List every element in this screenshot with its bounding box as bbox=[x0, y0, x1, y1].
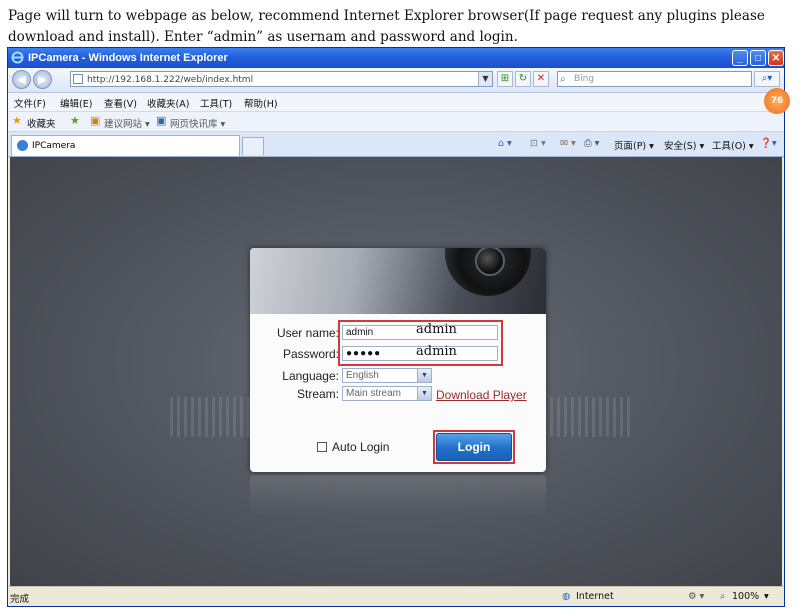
login-button-highlight bbox=[433, 430, 515, 464]
page-menu[interactable]: 页面(P) ▾ bbox=[614, 138, 654, 152]
address-toolbar: ◀ ▶ http://192.168.1.222/web/index.html … bbox=[8, 68, 784, 93]
login-banner bbox=[250, 248, 546, 314]
auto-login-label: Auto Login bbox=[332, 440, 390, 454]
ie-logo-icon bbox=[11, 51, 24, 64]
language-select[interactable]: English ▼ bbox=[342, 368, 432, 383]
search-button[interactable]: ⌕▾ bbox=[754, 71, 780, 87]
tab-label: IPCamera bbox=[32, 141, 76, 151]
menu-view[interactable]: 查看(V) bbox=[104, 96, 137, 110]
protected-mode-icon[interactable]: ⚙ ▾ bbox=[688, 591, 704, 602]
feeds-icon[interactable]: ⊡ ▾ bbox=[530, 138, 546, 149]
tab-ipcamera[interactable]: IPCamera bbox=[11, 135, 240, 156]
menu-bar: 文件(F) 编辑(E) 查看(V) 收藏夹(A) 工具(T) 帮助(H) bbox=[8, 93, 784, 112]
stream-select[interactable]: Main stream ▼ bbox=[342, 386, 432, 401]
stream-label: Stream: bbox=[296, 387, 339, 401]
close-button[interactable]: ✕ bbox=[768, 50, 784, 66]
auto-login-checkbox[interactable] bbox=[317, 442, 327, 452]
favorites-button[interactable]: 收藏夹 bbox=[27, 116, 56, 130]
menu-favorites[interactable]: 收藏夹(A) bbox=[147, 96, 189, 110]
refresh-icon[interactable]: ↻ bbox=[515, 71, 531, 87]
credentials-highlight bbox=[338, 320, 503, 366]
ie-page-icon bbox=[17, 140, 28, 151]
tools-menu[interactable]: 工具(O) ▾ bbox=[712, 138, 754, 152]
zoom-dropdown-icon[interactable]: ▾ bbox=[764, 591, 769, 602]
mail-icon[interactable]: ✉ ▾ bbox=[560, 138, 576, 149]
browser-window: IPCamera - Windows Internet Explorer _ □… bbox=[7, 47, 785, 607]
language-value: English bbox=[346, 370, 379, 381]
search-placeholder: Bing bbox=[574, 74, 595, 84]
home-icon[interactable]: ⌂ ▾ bbox=[498, 138, 512, 149]
instruction-text: Page will turn to webpage as below, reco… bbox=[8, 8, 765, 45]
password-label: Password: bbox=[282, 347, 339, 361]
login-panel: User name: admin admin Password: ●●●●● a… bbox=[250, 248, 546, 472]
print-icon[interactable]: ⎙ ▾ bbox=[584, 138, 599, 149]
web-slice-gallery-link[interactable]: 网页快讯库 ▾ bbox=[170, 116, 225, 130]
address-url: http://192.168.1.222/web/index.html bbox=[87, 75, 254, 85]
help-icon[interactable]: ❓▾ bbox=[760, 138, 777, 149]
title-bar: IPCamera - Windows Internet Explorer _ □… bbox=[8, 48, 784, 68]
search-engine-icon: ⌕ bbox=[560, 74, 566, 85]
search-input[interactable]: ⌕ Bing bbox=[557, 71, 752, 87]
menu-edit[interactable]: 编辑(E) bbox=[60, 96, 92, 110]
security-zone: Internet bbox=[576, 591, 614, 602]
skyline-decoration-right bbox=[550, 397, 630, 437]
web-content: User name: admin admin Password: ●●●●● a… bbox=[10, 157, 782, 587]
chevron-down-icon: ▼ bbox=[417, 387, 431, 400]
language-label: Language: bbox=[282, 369, 339, 383]
status-bar: 完成 ◍ Internet ⚙ ▾ ⌕ 100% ▾ bbox=[8, 586, 784, 606]
stream-value: Main stream bbox=[346, 388, 402, 399]
download-player-link[interactable]: Download Player bbox=[436, 388, 527, 402]
panel-reflection bbox=[250, 475, 546, 515]
status-text: 完成 bbox=[10, 594, 30, 605]
zoom-icon: ⌕ bbox=[720, 591, 726, 602]
forward-button[interactable]: ▶ bbox=[33, 70, 52, 89]
suggested-sites-icon: ▣ bbox=[90, 114, 101, 127]
menu-file[interactable]: 文件(F) bbox=[14, 96, 46, 110]
favorites-star-icon: ★ bbox=[12, 114, 22, 127]
maximize-button[interactable]: □ bbox=[750, 50, 766, 66]
zoom-level[interactable]: 100% bbox=[732, 591, 759, 602]
menu-help[interactable]: 帮助(H) bbox=[244, 96, 278, 110]
page-icon bbox=[73, 74, 83, 84]
window-title: IPCamera - Windows Internet Explorer bbox=[28, 52, 228, 64]
camera-image bbox=[445, 248, 531, 296]
suggested-sites-link[interactable]: 建议网站 ▾ bbox=[104, 116, 150, 130]
address-input[interactable]: http://192.168.1.222/web/index.html ▼ bbox=[70, 71, 493, 87]
back-button[interactable]: ◀ bbox=[12, 70, 31, 89]
menu-tools[interactable]: 工具(T) bbox=[200, 96, 232, 110]
skyline-decoration-left bbox=[170, 397, 250, 437]
tab-bar: IPCamera ⌂ ▾ ⊡ ▾ ✉ ▾ ⎙ ▾ 页面(P) ▾ 安全(S) ▾… bbox=[8, 132, 784, 157]
chevron-down-icon: ▼ bbox=[417, 369, 431, 382]
add-favorite-icon[interactable]: ★ bbox=[70, 114, 80, 127]
globe-icon: ◍ bbox=[562, 591, 571, 602]
stop-icon[interactable]: ✕ bbox=[533, 71, 549, 87]
address-dropdown-icon[interactable]: ▼ bbox=[478, 72, 492, 86]
compatibility-icon[interactable]: ⊞ bbox=[497, 71, 513, 87]
notification-badge[interactable]: 76 bbox=[764, 88, 790, 114]
minimize-button[interactable]: _ bbox=[732, 50, 748, 66]
web-slice-icon: ▣ bbox=[156, 114, 167, 127]
new-tab-button[interactable] bbox=[242, 137, 264, 155]
safety-menu[interactable]: 安全(S) ▾ bbox=[664, 138, 704, 152]
username-label: User name: bbox=[276, 326, 339, 340]
favorites-bar: ★ 收藏夹 ★ ▣ 建议网站 ▾ ▣ 网页快讯库 ▾ bbox=[8, 112, 784, 132]
